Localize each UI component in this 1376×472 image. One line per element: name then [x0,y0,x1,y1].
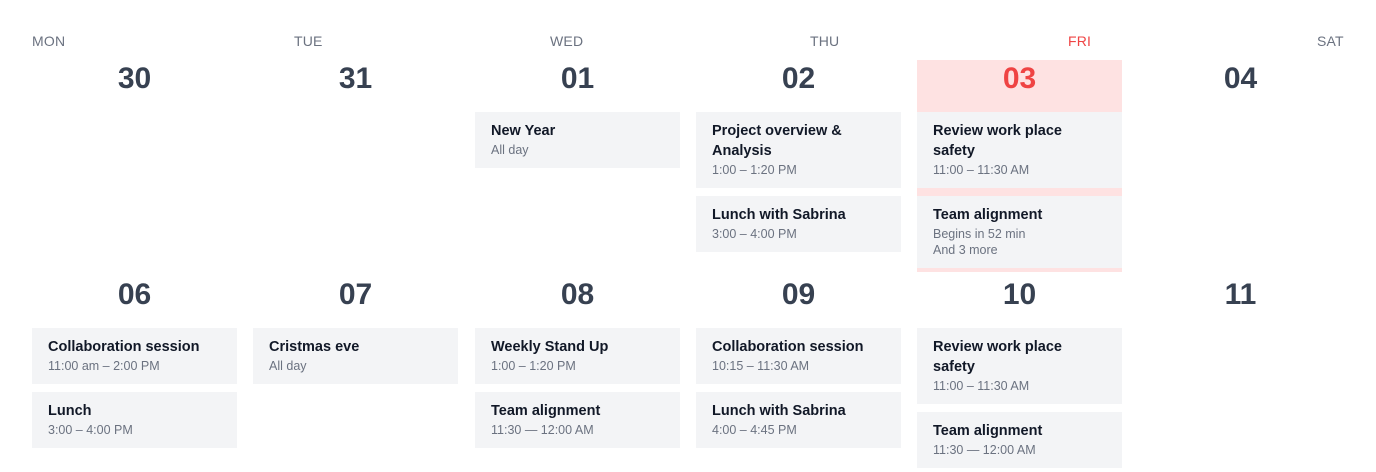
event-title: Review work place safety [933,123,1062,159]
event-title: Team alignment [933,207,1043,223]
event-time: 11:00 am – 2:00 PM [48,359,160,373]
event-time: 1:00 – 1:20 PM [712,163,797,177]
event-card[interactable]: Lunch 3:00 – 4:00 PM [32,392,237,448]
event-title: Team alignment [933,423,1043,439]
weekday-tue: TUE [294,33,323,49]
event-time: 3:00 – 4:00 PM [48,423,133,437]
event-time: 11:30 — 12:00 AM [491,423,594,437]
event-card[interactable]: Project overview & Analysis 1:00 – 1:20 … [696,112,901,188]
day-cell[interactable]: 31 [253,60,458,112]
more-events-link[interactable]: And 3 more [933,242,1106,258]
day-cell[interactable]: 09 Collaboration session 10:15 – 11:30 A… [696,276,901,448]
weekday-thu: THU [810,33,840,49]
date-number: 01 [560,62,595,95]
weekday-wed: WED [550,33,584,49]
event-time: All day [269,359,307,373]
day-cell[interactable]: 02 Project overview & Analysis 1:00 – 1:… [696,60,901,252]
date-number: 10 [1002,278,1037,311]
day-cell-today[interactable]: 03 Review work place safety 11:00 – 11:3… [917,60,1122,272]
date-number: 11 [1224,278,1257,311]
event-time: 3:00 – 4:00 PM [712,227,797,241]
date-number: 02 [781,62,816,95]
event-card[interactable]: Review work place safety 11:00 – 11:30 A… [917,328,1122,404]
date-number: 09 [781,278,816,311]
date-number: 08 [560,278,595,311]
date-number-today: 03 [1002,62,1037,95]
event-time: 4:00 – 4:45 PM [712,423,797,437]
event-time: 1:00 – 1:20 PM [491,359,576,373]
day-cell[interactable]: 07 Cristmas eve All day [253,276,458,384]
day-cell[interactable]: 10 Review work place safety 11:00 – 11:3… [917,276,1122,468]
event-card[interactable]: Weekly Stand Up 1:00 – 1:20 PM [475,328,680,384]
event-time: 10:15 – 11:30 AM [712,359,810,373]
event-card[interactable]: Team alignment 11:30 — 12:00 AM [475,392,680,448]
event-title: Weekly Stand Up [491,339,609,355]
event-card[interactable]: Collaboration session 10:15 – 11:30 AM [696,328,901,384]
event-title: Lunch with Sabrina [712,207,846,223]
day-cell[interactable]: 04 [1138,60,1343,112]
weekday-sat: SAT [1317,33,1344,49]
day-cell[interactable]: 01 New Year All day [475,60,680,168]
day-cell[interactable]: 08 Weekly Stand Up 1:00 – 1:20 PM Team a… [475,276,680,448]
weekday-mon: MON [32,33,66,49]
event-title: Collaboration session [48,339,200,355]
event-time: 11:30 — 12:00 AM [933,443,1036,457]
date-number: 31 [338,62,373,95]
day-cell[interactable]: 06 Collaboration session 11:00 am – 2:00… [32,276,237,448]
date-number: 07 [338,278,373,311]
event-card[interactable]: Team alignment Begins in 52 min And 3 mo… [917,196,1122,268]
event-title: Project overview & Analysis [712,123,842,159]
event-card[interactable]: Cristmas eve All day [253,328,458,384]
date-number: 06 [117,278,152,311]
event-countdown: Begins in 52 min [933,227,1026,241]
event-title: Lunch [48,403,92,419]
event-card[interactable]: Collaboration session 11:00 am – 2:00 PM [32,328,237,384]
event-card[interactable]: Lunch with Sabrina 4:00 – 4:45 PM [696,392,901,448]
event-card[interactable]: Review work place safety 11:00 – 11:30 A… [917,112,1122,188]
weekday-fri: FRI [1068,33,1092,49]
event-card[interactable]: New Year All day [475,112,680,168]
date-number: 30 [117,62,152,95]
day-cell[interactable]: 11 [1138,276,1343,328]
event-title: Cristmas eve [269,339,360,355]
event-time: 11:00 – 11:30 AM [933,379,1030,393]
event-card[interactable]: Team alignment 11:30 — 12:00 AM [917,412,1122,468]
event-title: Lunch with Sabrina [712,403,846,419]
event-time: All day [491,143,529,157]
event-title: Collaboration session [712,339,864,355]
event-title: New Year [491,123,556,139]
event-time: 11:00 – 11:30 AM [933,163,1030,177]
event-card[interactable]: Lunch with Sabrina 3:00 – 4:00 PM [696,196,901,252]
event-title: Team alignment [491,403,601,419]
date-number: 04 [1223,62,1258,95]
day-cell[interactable]: 30 [32,60,237,112]
event-title: Review work place safety [933,339,1062,375]
